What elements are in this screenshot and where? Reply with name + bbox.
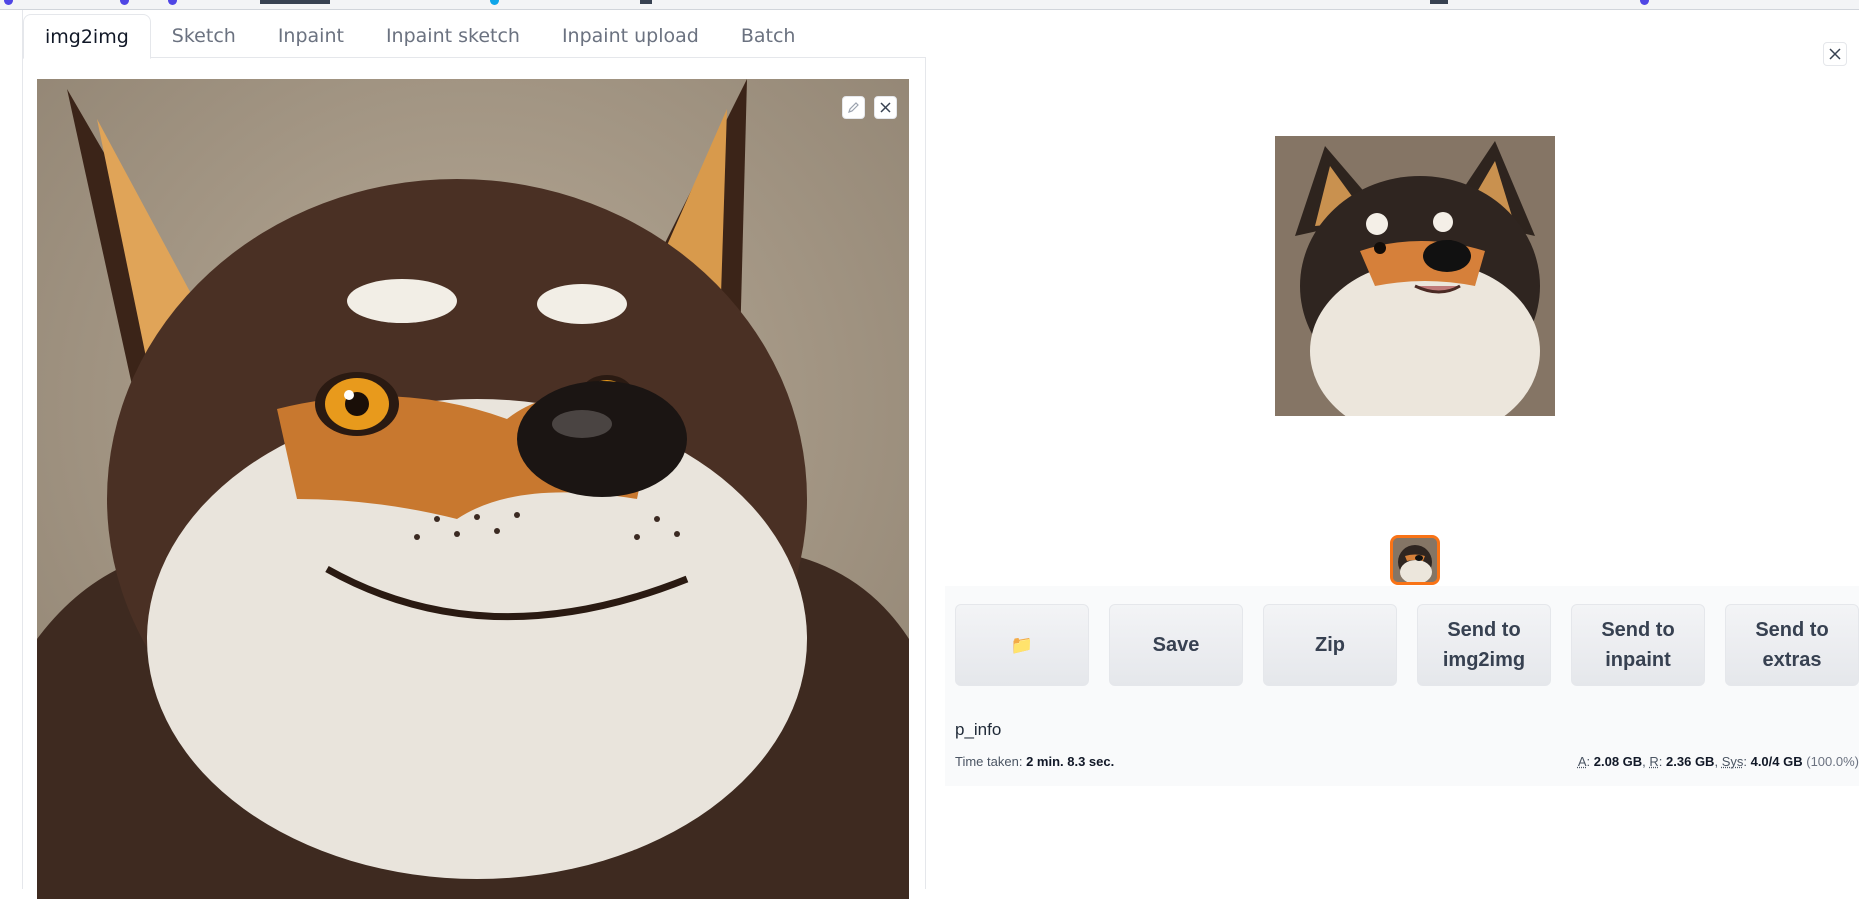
folder-icon: 📁 [1010,635,1034,655]
output-image-preview[interactable] [1275,136,1555,416]
shiba-thumbnail [1393,538,1437,582]
output-column: 📁 Save Zip Send to img2img Send to inpaint… [945,10,1859,889]
clear-image-button[interactable] [874,96,897,119]
send-to-extras-label: Send to extras [1755,619,1829,671]
tab-img2img[interactable]: img2img [23,14,151,59]
system-memory-percent: (100.0%) [1806,754,1859,769]
output-action-buttons: 📁 Save Zip Send to img2img Send to inpaint… [955,604,1859,686]
tab-inpaint-upload[interactable]: Inpaint upload [541,14,720,58]
vram-active-label: A [1577,754,1587,769]
pencil-icon [848,102,859,113]
vram-active-value: 2.08 GB [1593,754,1643,769]
browser-bookmarks-strip [0,0,1859,10]
system-memory-label: Sys [1721,754,1744,769]
edit-image-button[interactable] [842,96,865,119]
source-image-panel [23,58,926,899]
tab-batch[interactable]: Batch [720,14,817,58]
shiba-photo [1275,136,1555,416]
img2img-tab-bar: img2img Sketch Inpaint Inpaint sketch In… [23,14,926,59]
tab-inpaint[interactable]: Inpaint [257,14,365,58]
close-icon [880,102,891,113]
generation-info-label: p_info [955,720,1002,739]
tab-inpaint-sketch[interactable]: Inpaint sketch [365,14,541,58]
source-image[interactable] [37,79,909,899]
tab-sketch[interactable]: Sketch [151,14,257,58]
vram-reserved-label: R [1649,754,1659,769]
send-to-inpaint-label: Send to inpaint [1601,619,1675,671]
close-icon [1829,48,1841,60]
output-gallery [953,20,1859,586]
left-column: img2img Sketch Inpaint Inpaint sketch In… [22,10,926,899]
gallery-thumbnail[interactable] [1390,535,1440,585]
vram-reserved-value: 2.36 GB [1666,754,1715,769]
send-to-img2img-button[interactable]: Send to img2img [1417,604,1551,686]
time-taken-value: 2 min. 8.3 sec. [1026,754,1115,769]
open-folder-button[interactable]: 📁 [955,604,1089,686]
memory-stats: A: 2.08 GB, R: 2.36 GB, Sys: 4.0/4 GB (1… [1577,754,1859,769]
send-to-img2img-label: Send to img2img [1442,619,1526,671]
system-memory-value: 4.0/4 GB [1750,754,1803,769]
close-gallery-button[interactable] [1823,42,1847,66]
time-taken-label: Time taken: [955,754,1023,769]
zip-button[interactable]: Zip [1263,604,1397,686]
save-button[interactable]: Save [1109,604,1243,686]
output-actions-panel: 📁 Save Zip Send to img2img Send to inpaint… [945,586,1859,786]
wolf-illustration [37,79,909,899]
send-to-extras-button[interactable]: Send to extras [1725,604,1859,686]
send-to-inpaint-button[interactable]: Send to inpaint [1571,604,1705,686]
performance-info: Time taken: 2 min. 8.3 sec. A: 2.08 GB, … [955,754,1859,769]
